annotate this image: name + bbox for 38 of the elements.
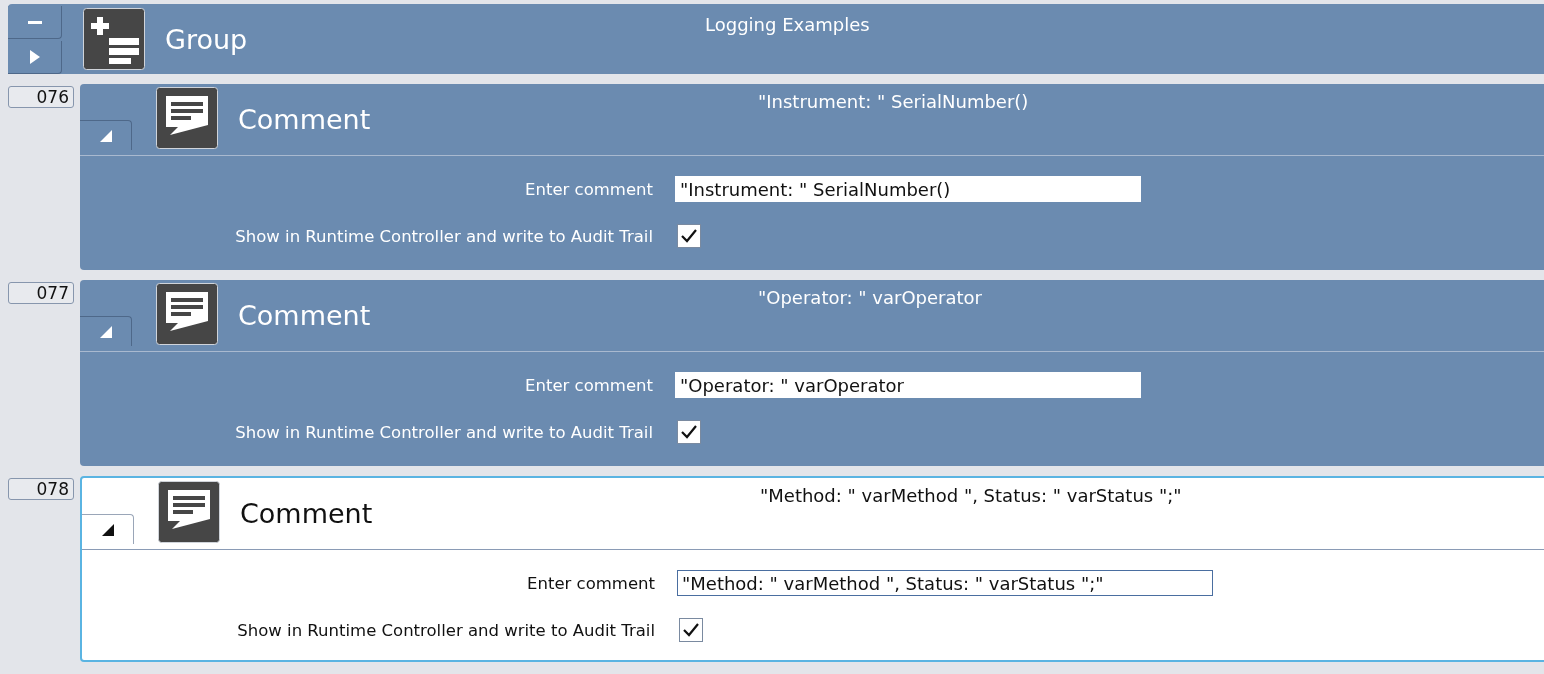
checkbox-label: Show in Runtime Controller and write to Audit Trail	[236, 620, 655, 640]
field-label: Enter comment	[524, 375, 653, 395]
checkbox-label: Show in Runtime Controller and write to Audit Trail	[234, 226, 653, 246]
comment-input[interactable]: "Method: " varMethod ", Status: " varStatus ";"	[677, 570, 1213, 596]
checkbox-label: Show in Runtime Controller and write to Audit Trail	[234, 422, 653, 442]
step-label: Comment	[240, 498, 374, 529]
step-summary: "Operator: " varOperator	[758, 287, 982, 308]
toggle-button[interactable]	[82, 514, 134, 544]
step-summary: "Instrument: " SerialNumber()	[758, 91, 1029, 112]
collapse-button[interactable]	[8, 6, 62, 39]
step-number: 076	[8, 86, 74, 108]
step-number: 078	[8, 478, 74, 500]
comment-input[interactable]: "Operator: " varOperator	[675, 372, 1141, 398]
step-card[interactable]: Comment "Instrument: " SerialNumber() Enter comment "Instrument: " SerialNumber() Show in Runtime Controller and write to Audit Trail	[80, 84, 1544, 270]
expand-button[interactable]	[8, 41, 62, 74]
toggle-button[interactable]	[80, 316, 132, 346]
step-card[interactable]: Comment "Method: " varMethod ", Status: " varStatus ";" Enter comment "Method: " varMethod ", Status: " varStatus ";" Show in Runtime Controller and write to Audit Trail	[80, 476, 1544, 662]
play-icon	[29, 50, 40, 64]
step-card[interactable]: Comment "Operator: " varOperator Enter comment "Operator: " varOperator Show in Runtime Controller and write to Audit Trail	[80, 280, 1544, 466]
group-label: Group	[165, 23, 249, 55]
comment-input[interactable]: "Instrument: " SerialNumber()	[675, 176, 1141, 202]
field-label: Enter comment	[524, 179, 653, 199]
step-label: Comment	[238, 104, 372, 135]
field-label: Enter comment	[526, 573, 655, 593]
step-label: Comment	[238, 300, 372, 331]
step-summary: "Method: " varMethod ", Status: " varStatus ";"	[760, 485, 1182, 506]
comment-icon	[156, 87, 218, 149]
checkbox[interactable]	[677, 224, 701, 248]
comment-icon	[156, 283, 218, 345]
toggle-button[interactable]	[80, 120, 132, 150]
checkbox[interactable]	[677, 420, 701, 444]
minus-icon	[27, 20, 42, 24]
group-title: Logging Examples	[705, 14, 870, 35]
checkbox[interactable]	[679, 618, 703, 642]
group-header[interactable]: Group Logging Examples	[8, 4, 1544, 74]
comment-icon	[158, 481, 220, 543]
step-number: 077	[8, 282, 74, 304]
add-list-icon	[83, 8, 145, 70]
